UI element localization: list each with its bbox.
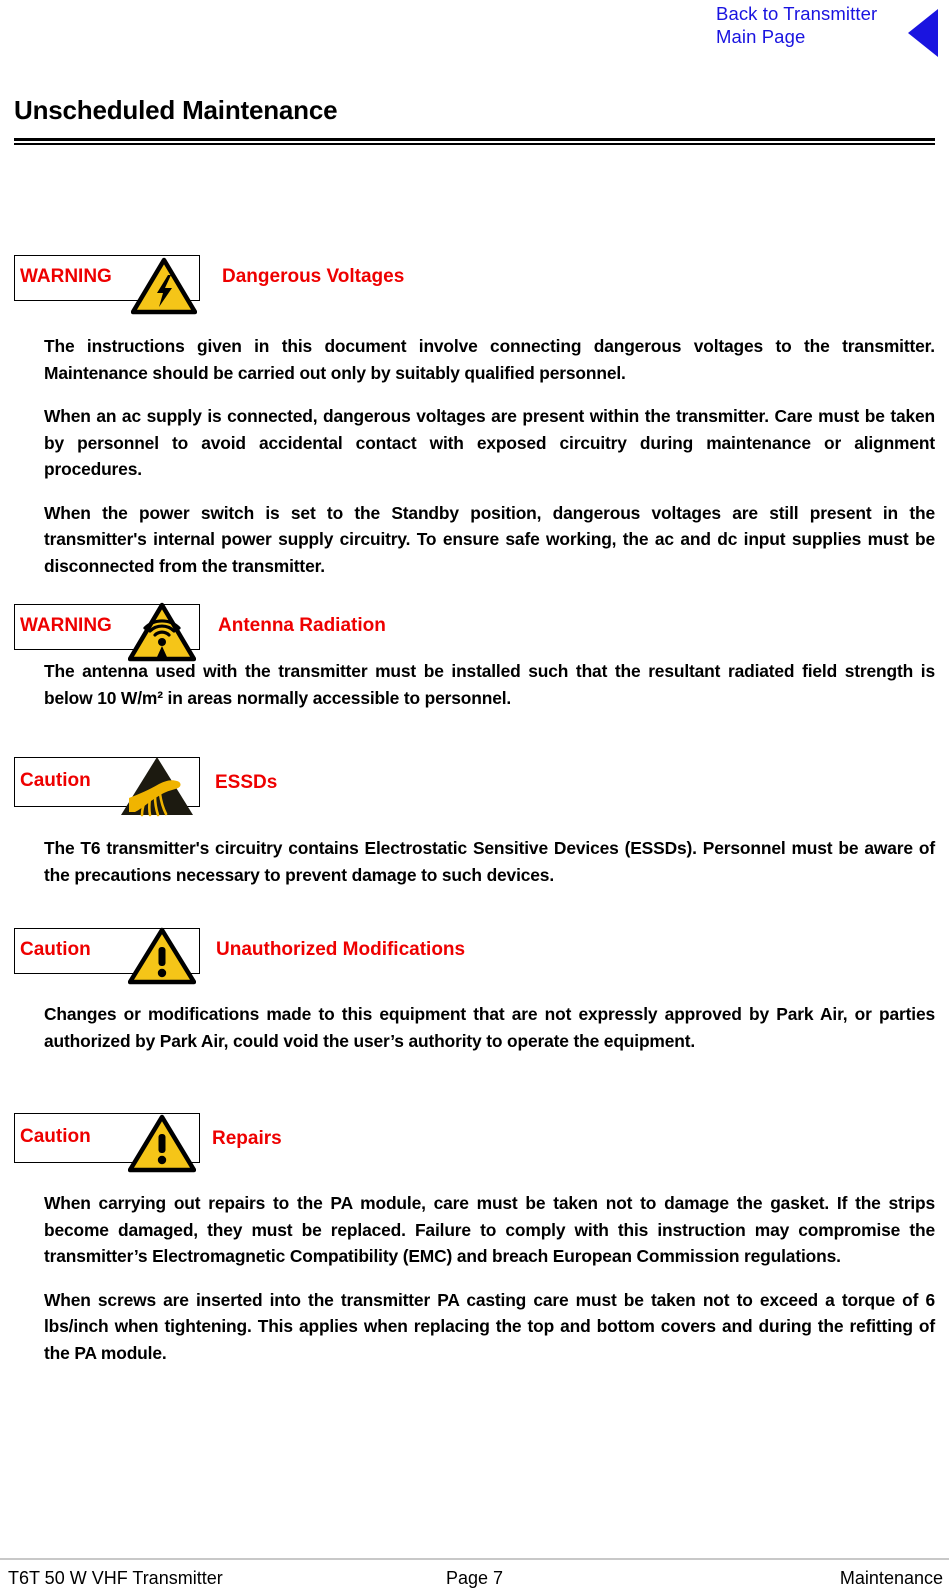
footer-section-name: Maintenance <box>839 1568 943 1588</box>
back-to-transmitter-main-page-link[interactable]: Back to Transmitter Main Page <box>716 2 896 48</box>
notice-body: Changes or modifications made to this eq… <box>44 1001 935 1054</box>
notice-paragraph: The instructions given in this document … <box>44 336 935 383</box>
notice-paragraph: When carrying out repairs to the PA modu… <box>44 1193 935 1266</box>
notice-title: Antenna Radiation <box>218 615 386 636</box>
notice-title: ESSDs <box>215 772 278 793</box>
notice-paragraph: The antenna used with the transmitter mu… <box>44 661 935 708</box>
notice-essds: Caution ESSDs The T6 transmitter's circu… <box>0 757 949 885</box>
page-title: Unscheduled Maintenance <box>14 95 338 125</box>
notice-body: The T6 transmitter's circuitry contains … <box>44 835 935 888</box>
notice-paragraph: When an ac supply is connected, dangerou… <box>44 406 935 479</box>
notice-body: The antenna used with the transmitter mu… <box>44 658 935 711</box>
notice-label: Caution <box>20 939 91 960</box>
esd-hand-triangle-icon <box>119 754 195 818</box>
exclamation-triangle-icon <box>128 1113 196 1173</box>
back-link-line-1: Back to Transmitter <box>716 3 878 24</box>
document-page: Back to Transmitter Main Page Unschedule… <box>0 0 949 1592</box>
notice-title: Dangerous Voltages <box>222 266 405 287</box>
title-divider <box>14 138 935 145</box>
footer-divider <box>0 1558 949 1560</box>
notice-label: WARNING <box>20 266 112 287</box>
notice-label: WARNING <box>20 615 112 636</box>
notice-label: Caution <box>20 1126 91 1147</box>
notice-label: Caution <box>20 770 91 791</box>
notice-header: WARNING Dangerous Voltages <box>0 255 949 315</box>
exclamation-triangle-icon <box>128 927 196 985</box>
antenna-radiation-triangle-icon <box>128 602 196 662</box>
high-voltage-triangle-icon <box>131 257 197 315</box>
notice-title: Unauthorized Modifications <box>216 939 466 960</box>
notice-body: The instructions given in this document … <box>44 333 935 579</box>
notice-repairs: Caution Repairs When carrying out repair… <box>0 1113 949 1363</box>
notice-title: Repairs <box>212 1128 282 1149</box>
notice-paragraph: The T6 transmitter's circuitry contains … <box>44 838 935 885</box>
back-link-line-2: Main Page <box>716 26 806 47</box>
notice-paragraph: Changes or modifications made to this eq… <box>44 1004 935 1051</box>
notice-unauthorized-modifications: Caution Unauthorized Modifications Chang… <box>0 927 949 1051</box>
notice-header: Caution Repairs <box>0 1113 949 1173</box>
back-triangle-icon[interactable] <box>908 9 938 57</box>
notice-header: Caution ESSDs <box>0 757 949 817</box>
notice-header: Caution Unauthorized Modifications <box>0 927 949 985</box>
notice-antenna-radiation: WARNING Antenna Radiation The antenna us… <box>0 602 949 708</box>
notice-header: WARNING Antenna Radiation <box>0 602 949 662</box>
notice-paragraph: When screws are inserted into the transm… <box>44 1289 935 1363</box>
notice-paragraph: When the power switch is set to the Stan… <box>44 502 935 576</box>
page-footer: T6T 50 W VHF Transmitter Page 7 Maintena… <box>0 1568 949 1592</box>
footer-page-number: Page 7 <box>445 1568 504 1588</box>
notice-body: When carrying out repairs to the PA modu… <box>44 1190 935 1366</box>
notice-dangerous-voltages: WARNING Dangerous Voltages The instructi… <box>0 255 949 576</box>
